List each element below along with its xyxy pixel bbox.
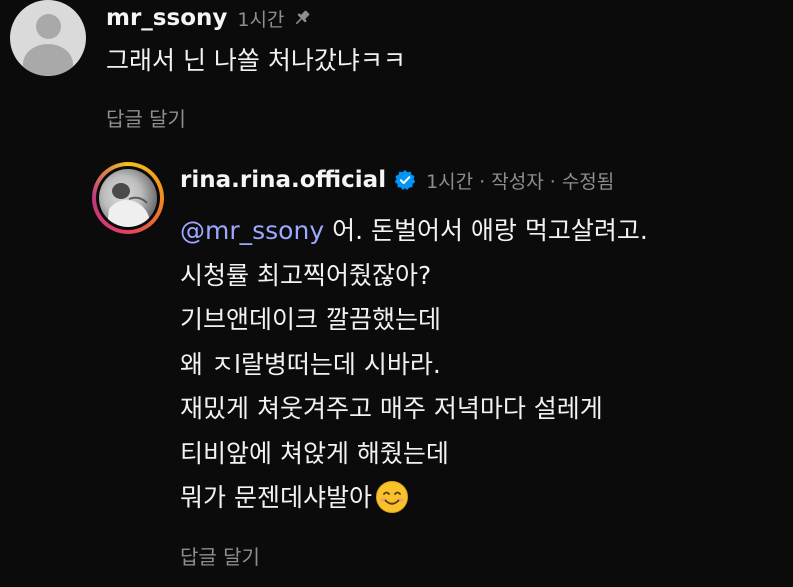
reply-text: @mr_ssony 어. 돈벌어서 애랑 먹고살려고. 시청률 최고찍어줬잖아?… — [180, 209, 648, 521]
avatar-body-shape — [23, 44, 73, 76]
reply-username[interactable]: rina.rina.official — [180, 167, 386, 193]
comment-username[interactable]: mr_ssony — [106, 5, 227, 31]
reply-line: 왜 ㅈl랄병떠는데 시바라. — [180, 349, 441, 379]
avatar-head-shape — [36, 14, 61, 39]
reply-line: 시청률 최고찍어줬잖아? — [180, 260, 432, 290]
profile-photo-figure — [107, 183, 149, 227]
reply-line: 티비앞에 쳐앉게 해줬는데 — [180, 438, 449, 468]
reply-line: 재밌게 쳐웃겨주고 매주 저녁마다 설레게 — [180, 394, 603, 423]
reply-line-text: 뭐가 문젠데샤발아 — [180, 483, 372, 512]
comment-text: 그래서 닌 나쏠 처나갔냐ㅋㅋ — [106, 46, 406, 75]
pin-icon — [296, 10, 310, 25]
reply-button[interactable]: 답글 달기 — [106, 103, 186, 132]
reply-line-text: 어. 돈벌어서 애랑 먹고살려고. — [324, 216, 648, 245]
reply-line: 기브앤데이크 깔끔했는데 — [180, 305, 441, 334]
verified-badge-icon — [394, 170, 416, 190]
reply-line: @mr_ssony 어. 돈벌어서 애랑 먹고살려고. — [180, 209, 648, 254]
mention-link[interactable]: @mr_ssony — [180, 216, 324, 245]
comment-time: 1시간 — [237, 8, 285, 31]
story-ring-avatar[interactable] — [92, 162, 164, 234]
reply-button[interactable]: 답글 달기 — [180, 541, 260, 570]
avatar-gap — [96, 166, 160, 230]
profile-avatar-default-icon[interactable] — [10, 0, 86, 76]
reply-meta: 1시간 · 작성자 · 수정됨 — [426, 170, 615, 193]
reply-header: rina.rina.official 1시간 · 작성자 · 수정됨 — [180, 163, 614, 197]
smiling-face-emoji-icon — [375, 481, 408, 513]
reply-line: 뭐가 문젠데샤발아 — [180, 476, 648, 521]
comment-header: mr_ssony 1시간 — [106, 2, 312, 34]
comment-thread: mr_ssony 1시간 그래서 닌 나쏠 처나갔냐ㅋㅋ 답글 달기 rina.… — [0, 0, 793, 587]
profile-photo — [99, 169, 157, 227]
